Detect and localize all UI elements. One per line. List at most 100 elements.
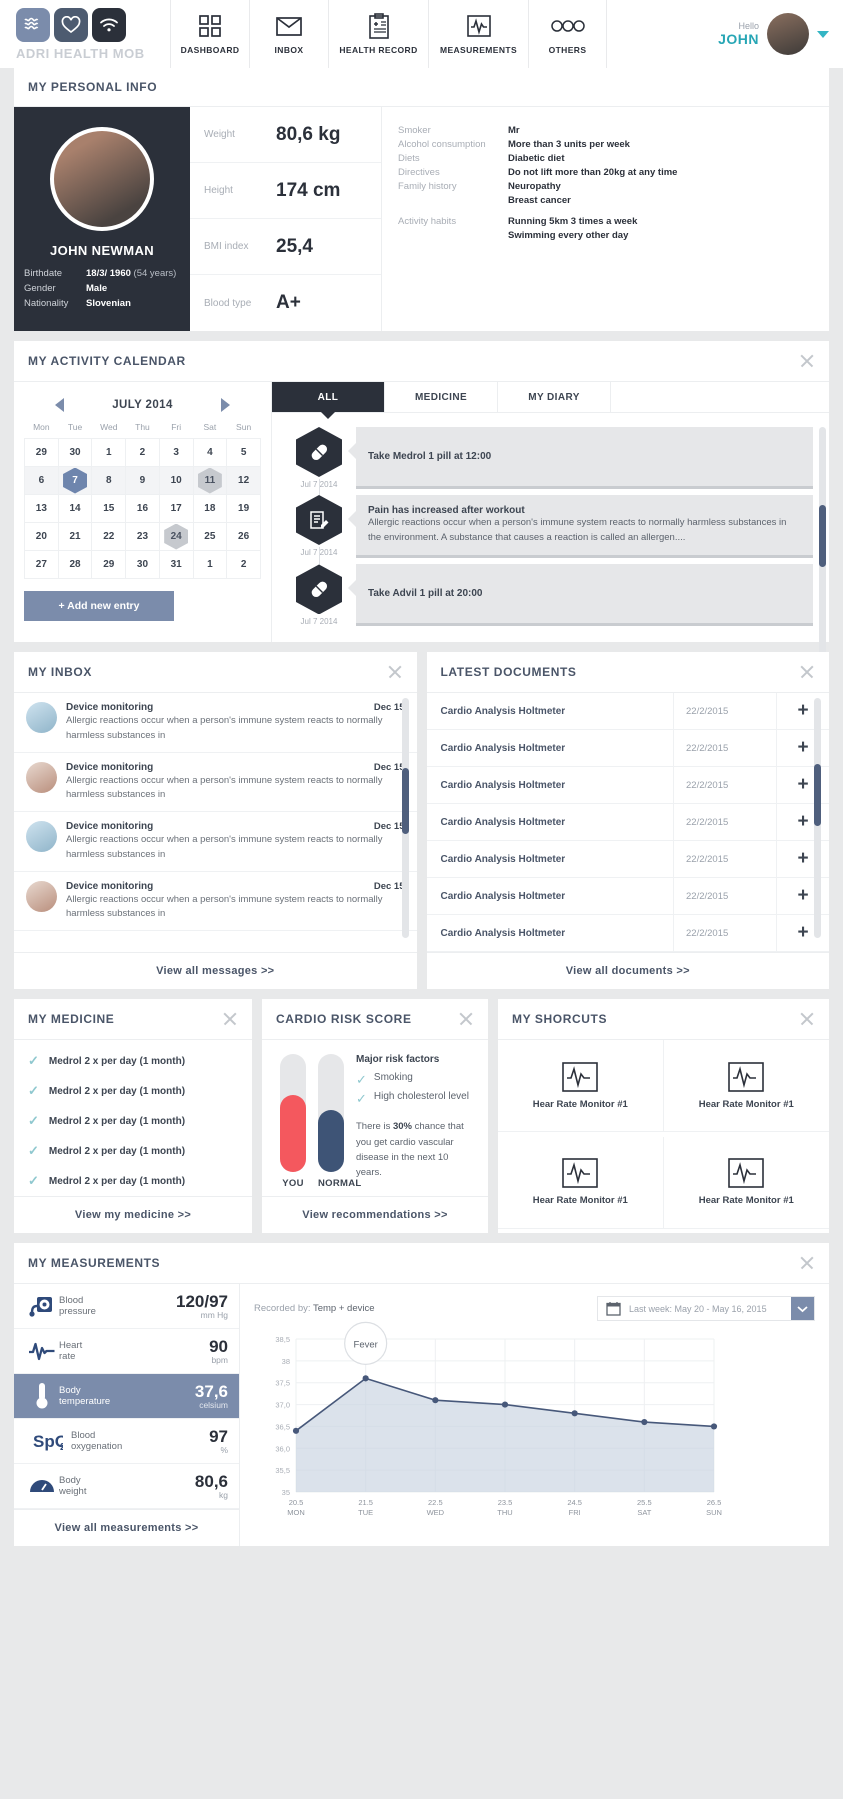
scrollbar-thumb[interactable] [401, 768, 409, 835]
table-row[interactable]: Cardio Analysis Holtmeter 22/2/2015 + [426, 841, 829, 879]
table-row[interactable]: Cardio Analysis Holtmeter 22/2/2015 + [426, 730, 829, 768]
calendar-day[interactable]: 19 [226, 494, 261, 523]
calendar-day[interactable]: 30 [57, 438, 93, 467]
list-item[interactable]: Device monitoring Dec 15 Allergic reaction… [14, 753, 417, 813]
next-month-button[interactable] [220, 398, 230, 412]
nav-item-dashboard[interactable]: DASHBOARD [170, 0, 249, 68]
calendar-day[interactable]: 6 [24, 466, 59, 495]
calendar-day[interactable]: 10 [158, 466, 194, 495]
plus-icon[interactable]: + [777, 885, 829, 907]
calendar-day[interactable]: 28 [57, 550, 93, 579]
calendar-day[interactable]: 17 [158, 494, 194, 523]
shortcut-item[interactable]: Hear Rate Monitor #1 [498, 1040, 664, 1133]
tab-all[interactable]: ALL [272, 382, 385, 412]
calendar-day[interactable]: 25 [192, 522, 228, 551]
tab-medicine[interactable]: MEDICINE [385, 382, 498, 412]
date-range-selector[interactable]: Last week: May 20 - May 16, 2015 [597, 1296, 815, 1322]
shortcut-item[interactable]: Hear Rate Monitor #1 [663, 1137, 829, 1229]
plus-icon[interactable]: + [777, 922, 829, 944]
user-menu[interactable]: Hello JOHN [718, 13, 843, 55]
tab-my-diary[interactable]: MY DIARY [498, 382, 611, 412]
calendar-day[interactable]: 29 [24, 438, 59, 467]
nav-item-measurements[interactable]: MEASUREMENTS [428, 0, 528, 68]
calendar-day[interactable]: 29 [91, 550, 127, 579]
chevron-down-icon[interactable] [817, 30, 829, 38]
calendar-day[interactable]: 12 [226, 466, 261, 495]
calendar-day[interactable]: 7 [57, 466, 93, 495]
table-row[interactable]: Cardio Analysis Holtmeter 22/2/2015 + [426, 804, 829, 842]
close-icon[interactable] [458, 1011, 474, 1027]
close-icon[interactable] [799, 664, 815, 680]
add-new-entry-button[interactable]: + Add new entry [24, 591, 174, 621]
calendar-day[interactable]: 14 [57, 494, 93, 523]
list-item[interactable]: ✓ Medrol 2 x per day (1 month) [14, 1166, 252, 1196]
view-all-documents-link[interactable]: View all documents >> [426, 952, 829, 989]
calendar-day[interactable]: 13 [24, 494, 59, 523]
calendar-day[interactable]: 24 [158, 522, 194, 551]
calendar-day-marker[interactable]: 7 [63, 467, 88, 494]
calendar-day[interactable]: 4 [192, 438, 228, 467]
table-row[interactable]: Cardio Analysis Holtmeter 22/2/2015 + [426, 878, 829, 916]
inbox-scrollbar[interactable] [401, 698, 409, 939]
measurement-row[interactable]: Body weight 80,6 kg [14, 1464, 239, 1510]
calendar-day[interactable]: 2 [125, 438, 160, 467]
list-item[interactable]: ✓ Medrol 2 x per day (1 month) [14, 1136, 252, 1166]
app-logo[interactable]: ADRI HEALTH MOB [0, 7, 170, 61]
view-all-measurements-link[interactable]: View all measurements >> [14, 1509, 240, 1547]
list-item[interactable]: ✓ Medrol 2 x per day (1 month) [14, 1076, 252, 1106]
plus-icon[interactable]: + [777, 737, 829, 759]
calendar-day[interactable]: 22 [91, 522, 127, 551]
list-item[interactable]: ✓ Medrol 2 x per day (1 month) [14, 1106, 252, 1136]
calendar-day[interactable]: 8 [91, 466, 127, 495]
scrollbar-thumb[interactable] [814, 764, 821, 827]
list-item[interactable]: Device monitoring Dec 15 Allergic reaction… [14, 872, 417, 932]
timeline-item[interactable]: Jul 7 2014 Take Medrol 1 pill at 12:00 [282, 427, 813, 505]
calendar-day[interactable]: 31 [158, 550, 194, 579]
documents-scrollbar[interactable] [814, 698, 821, 939]
calendar-day[interactable]: 16 [125, 494, 160, 523]
plus-icon[interactable]: + [777, 700, 829, 722]
close-icon[interactable] [799, 1011, 815, 1027]
shortcut-item[interactable]: Hear Rate Monitor #1 [663, 1040, 829, 1133]
measurement-row[interactable]: Heart rate 90 bpm [14, 1329, 239, 1375]
calendar-day[interactable]: 23 [125, 522, 160, 551]
calendar-day[interactable]: 20 [24, 522, 59, 551]
calendar-day[interactable]: 2 [226, 550, 261, 579]
chevron-down-icon[interactable] [791, 1297, 814, 1321]
plus-icon[interactable]: + [777, 848, 829, 870]
shortcut-item[interactable]: Hear Rate Monitor #1 [498, 1136, 664, 1229]
calendar-day[interactable]: 1 [91, 438, 127, 467]
nav-item-others[interactable]: OTHERS [528, 0, 607, 68]
calendar-day[interactable]: 30 [125, 550, 160, 579]
scrollbar-thumb[interactable] [819, 505, 826, 567]
calendar-day[interactable]: 1 [192, 550, 228, 579]
plus-icon[interactable]: + [777, 774, 829, 796]
calendar-day[interactable]: 3 [158, 438, 194, 467]
calendar-day[interactable]: 15 [91, 494, 127, 523]
close-icon[interactable] [222, 1011, 238, 1027]
close-icon[interactable] [799, 353, 815, 369]
list-item[interactable]: ✓ Medrol 2 x per day (1 month) [14, 1046, 252, 1076]
calendar-day[interactable]: 18 [192, 494, 228, 523]
nav-item-inbox[interactable]: INBOX [249, 0, 328, 68]
table-row[interactable]: Cardio Analysis Holtmeter 22/2/2015 + [426, 915, 829, 953]
table-row[interactable]: Cardio Analysis Holtmeter 22/2/2015 + [426, 693, 829, 731]
calendar-day[interactable]: 9 [125, 466, 160, 495]
view-recommendations-link[interactable]: View recommendations >> [262, 1196, 488, 1233]
calendar-day[interactable]: 26 [226, 522, 261, 551]
measurement-row[interactable]: Body temperature 37,6 celsium [14, 1374, 239, 1420]
timeline-scrollbar[interactable] [819, 427, 826, 657]
calendar-day[interactable]: 5 [226, 438, 261, 467]
measurement-row[interactable]: Blood pressure 120/97 mm Hg [14, 1284, 239, 1330]
timeline-item[interactable]: Jul 7 2014 Take Advil 1 pill at 20:00 [282, 564, 813, 627]
prev-month-button[interactable] [55, 398, 65, 412]
calendar-day[interactable]: 21 [57, 522, 93, 551]
calendar-day[interactable]: 27 [24, 550, 59, 579]
view-my-medicine-link[interactable]: View my medicine >> [14, 1196, 252, 1233]
close-icon[interactable] [387, 664, 403, 680]
close-icon[interactable] [799, 1255, 815, 1271]
plus-icon[interactable]: + [777, 811, 829, 833]
list-item[interactable]: Device monitoring Dec 15 Allergic reaction… [14, 693, 417, 753]
calendar-day-marker[interactable]: 24 [164, 523, 189, 550]
calendar-day-marker[interactable]: 11 [197, 467, 222, 494]
